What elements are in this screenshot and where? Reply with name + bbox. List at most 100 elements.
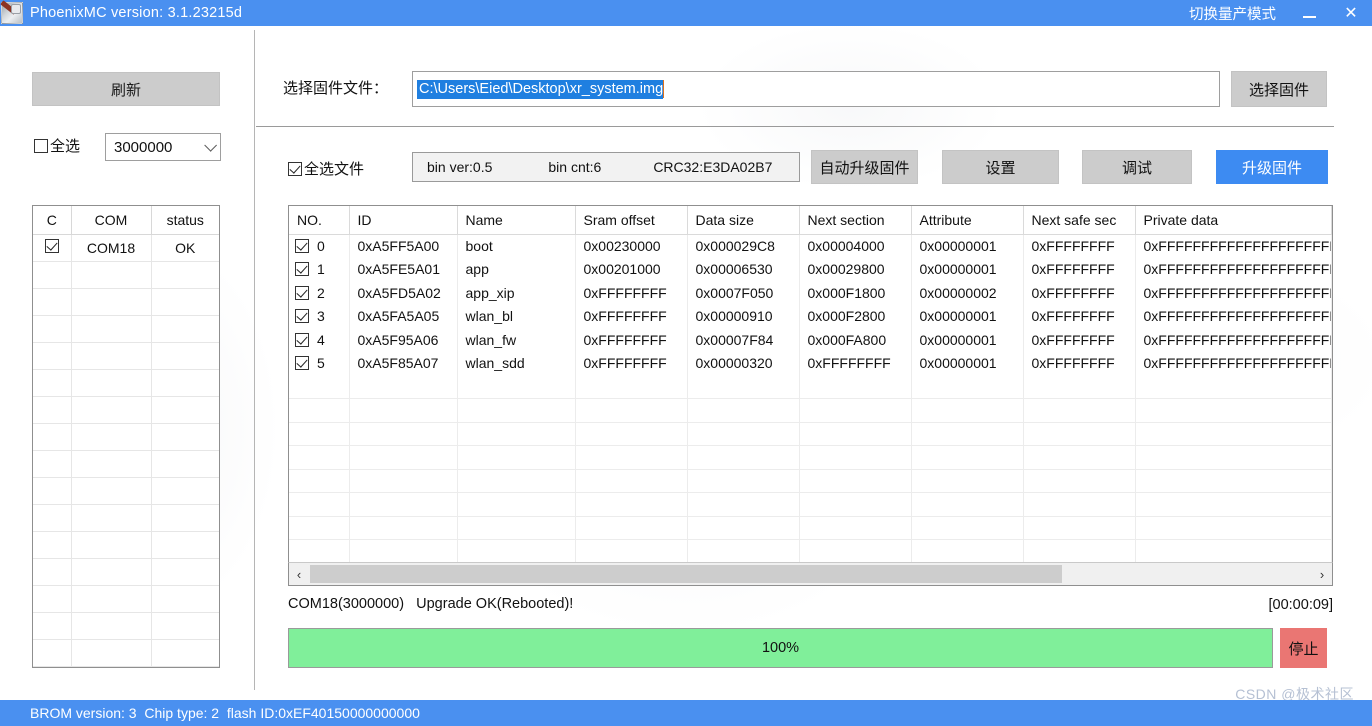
com-table-header-row: C COM status — [33, 206, 219, 234]
empty-cell — [457, 516, 575, 540]
table-col-header[interactable]: Next section — [799, 206, 911, 234]
cell-private-data: 0xFFFFFFFFFFFFFFFFFFFFFFFF — [1135, 258, 1332, 282]
row-checkbox[interactable] — [295, 262, 309, 276]
table-col-header[interactable]: ID — [349, 206, 457, 234]
cell-no[interactable]: 1 — [289, 258, 349, 282]
firmware-path-input[interactable]: C:\Users\Eied\Desktop\xr_system.img — [412, 71, 1220, 107]
table-col-header[interactable]: Sram offset — [575, 206, 687, 234]
horizontal-scrollbar[interactable]: ‹ › — [288, 562, 1333, 586]
table-col-header[interactable]: Attribute — [911, 206, 1023, 234]
empty-cell — [457, 422, 575, 446]
row-number: 4 — [317, 332, 325, 348]
stop-button[interactable]: 停止 — [1280, 628, 1327, 668]
table-col-header[interactable]: Private data — [1135, 206, 1332, 234]
debug-button[interactable]: 调试 — [1082, 150, 1192, 184]
table-row[interactable]: 20xA5FD5A02app_xip0xFFFFFFFF0x0007F0500x… — [289, 281, 1332, 305]
row-checkbox[interactable] — [295, 356, 309, 370]
upgrade-firmware-button[interactable]: 升级固件 — [1216, 150, 1328, 184]
com-empty-cell — [33, 342, 71, 369]
select-all-ports-row[interactable]: 全选 — [34, 135, 80, 156]
com-empty-cell — [151, 396, 219, 423]
table-col-header[interactable]: Data size — [687, 206, 799, 234]
empty-cell — [687, 469, 799, 493]
com-col-status: status — [151, 206, 219, 234]
cell-no[interactable]: 2 — [289, 281, 349, 305]
empty-cell — [1135, 469, 1332, 493]
table-row[interactable]: 40xA5F95A06wlan_fw0xFFFFFFFF0x00007F840x… — [289, 328, 1332, 352]
status-log-text: COM18(3000000) Upgrade OK(Rebooted)! — [288, 596, 573, 612]
bin-info-box: bin ver:0.5 bin cnt:6 CRC32:E3DA02B7 — [412, 152, 800, 182]
row-checkbox[interactable] — [295, 309, 309, 323]
empty-cell — [349, 516, 457, 540]
table-col-header[interactable]: Next safe sec — [1023, 206, 1135, 234]
close-icon[interactable]: ✕ — [1330, 0, 1372, 26]
com-table-empty-row — [33, 342, 219, 369]
table-row[interactable]: 10xA5FE5A01app0x002010000x000065300x0002… — [289, 258, 1332, 282]
bin-count-text: bin cnt:6 — [548, 159, 601, 175]
cell-private-data: 0xFFFFFFFFFFFFFFFFFFFFFFFF — [1135, 234, 1332, 258]
cell-no[interactable]: 5 — [289, 352, 349, 376]
com-empty-cell — [33, 423, 71, 450]
com-table-row[interactable]: COM18OK — [33, 234, 219, 261]
table-col-header[interactable]: Name — [457, 206, 575, 234]
scroll-right-icon[interactable]: › — [1312, 563, 1332, 585]
empty-cell — [687, 399, 799, 423]
com-empty-cell — [151, 558, 219, 585]
empty-cell — [349, 540, 457, 564]
cell-attribute: 0x00000001 — [911, 328, 1023, 352]
select-all-files-checkbox[interactable] — [288, 162, 302, 176]
com-table-empty-row — [33, 315, 219, 342]
empty-cell — [799, 469, 911, 493]
empty-cell — [457, 399, 575, 423]
scrollbar-thumb[interactable] — [310, 565, 1062, 583]
scrollbar-track[interactable] — [1062, 565, 1312, 583]
bin-version-text: bin ver:0.5 — [427, 159, 492, 175]
cell-attribute: 0x00000001 — [911, 258, 1023, 282]
application-window: PhoenixMC version: 3.1.23215d 切换量产模式 ✕ 刷… — [0, 0, 1372, 726]
row-checkbox[interactable] — [295, 333, 309, 347]
elapsed-time-text: [00:00:09] — [1269, 597, 1334, 613]
empty-cell — [349, 375, 457, 399]
table-col-header[interactable]: NO. — [289, 206, 349, 234]
firmware-sections-table[interactable]: NO.IDNameSram offsetData sizeNext sectio… — [288, 205, 1333, 586]
settings-button[interactable]: 设置 — [942, 150, 1059, 184]
empty-cell — [1023, 375, 1135, 399]
baudrate-select[interactable]: 3000000 — [105, 133, 221, 161]
status-bar-text: BROM version: 3 Chip type: 2 flash ID:0x… — [30, 705, 420, 721]
empty-cell — [289, 469, 349, 493]
select-all-ports-checkbox[interactable] — [34, 139, 48, 153]
cell-name: wlan_fw — [457, 328, 575, 352]
table-row[interactable]: 00xA5FF5A00boot0x002300000x000029C80x000… — [289, 234, 1332, 258]
table-row[interactable]: 50xA5F85A07wlan_sdd0xFFFFFFFF0x000003200… — [289, 352, 1332, 376]
cell-no[interactable]: 3 — [289, 305, 349, 329]
com-row-checkbox[interactable] — [45, 239, 59, 253]
cell-no[interactable]: 0 — [289, 234, 349, 258]
cell-no[interactable]: 4 — [289, 328, 349, 352]
cell-attribute: 0x00000002 — [911, 281, 1023, 305]
cell-next-safe-sec: 0xFFFFFFFF — [1023, 305, 1135, 329]
com-row-checkbox-cell[interactable] — [33, 234, 71, 261]
com-table-empty-row — [33, 531, 219, 558]
com-empty-cell — [33, 396, 71, 423]
choose-firmware-button[interactable]: 选择固件 — [1231, 71, 1327, 107]
table-row[interactable]: 30xA5FA5A05wlan_bl0xFFFFFFFF0x000009100x… — [289, 305, 1332, 329]
empty-cell — [1135, 493, 1332, 517]
app-logo-icon — [1, 2, 23, 24]
scroll-left-icon[interactable]: ‹ — [289, 563, 309, 585]
switch-production-mode-button[interactable]: 切换量产模式 — [1177, 3, 1288, 24]
cell-data-size: 0x00006530 — [687, 258, 799, 282]
auto-upgrade-button[interactable]: 自动升级固件 — [811, 150, 918, 184]
com-empty-cell — [71, 639, 151, 666]
empty-cell — [687, 375, 799, 399]
com-empty-cell — [71, 612, 151, 639]
select-all-files-row[interactable]: 全选文件 — [288, 158, 364, 179]
minimize-icon[interactable] — [1288, 0, 1330, 26]
com-port-table[interactable]: C COM status COM18OK — [32, 205, 220, 668]
select-all-files-label: 全选文件 — [304, 158, 364, 179]
row-checkbox[interactable] — [295, 239, 309, 253]
refresh-button[interactable]: 刷新 — [32, 72, 220, 106]
empty-cell — [687, 540, 799, 564]
cell-sram-offset: 0xFFFFFFFF — [575, 281, 687, 305]
row-checkbox[interactable] — [295, 286, 309, 300]
com-table-empty-row — [33, 477, 219, 504]
